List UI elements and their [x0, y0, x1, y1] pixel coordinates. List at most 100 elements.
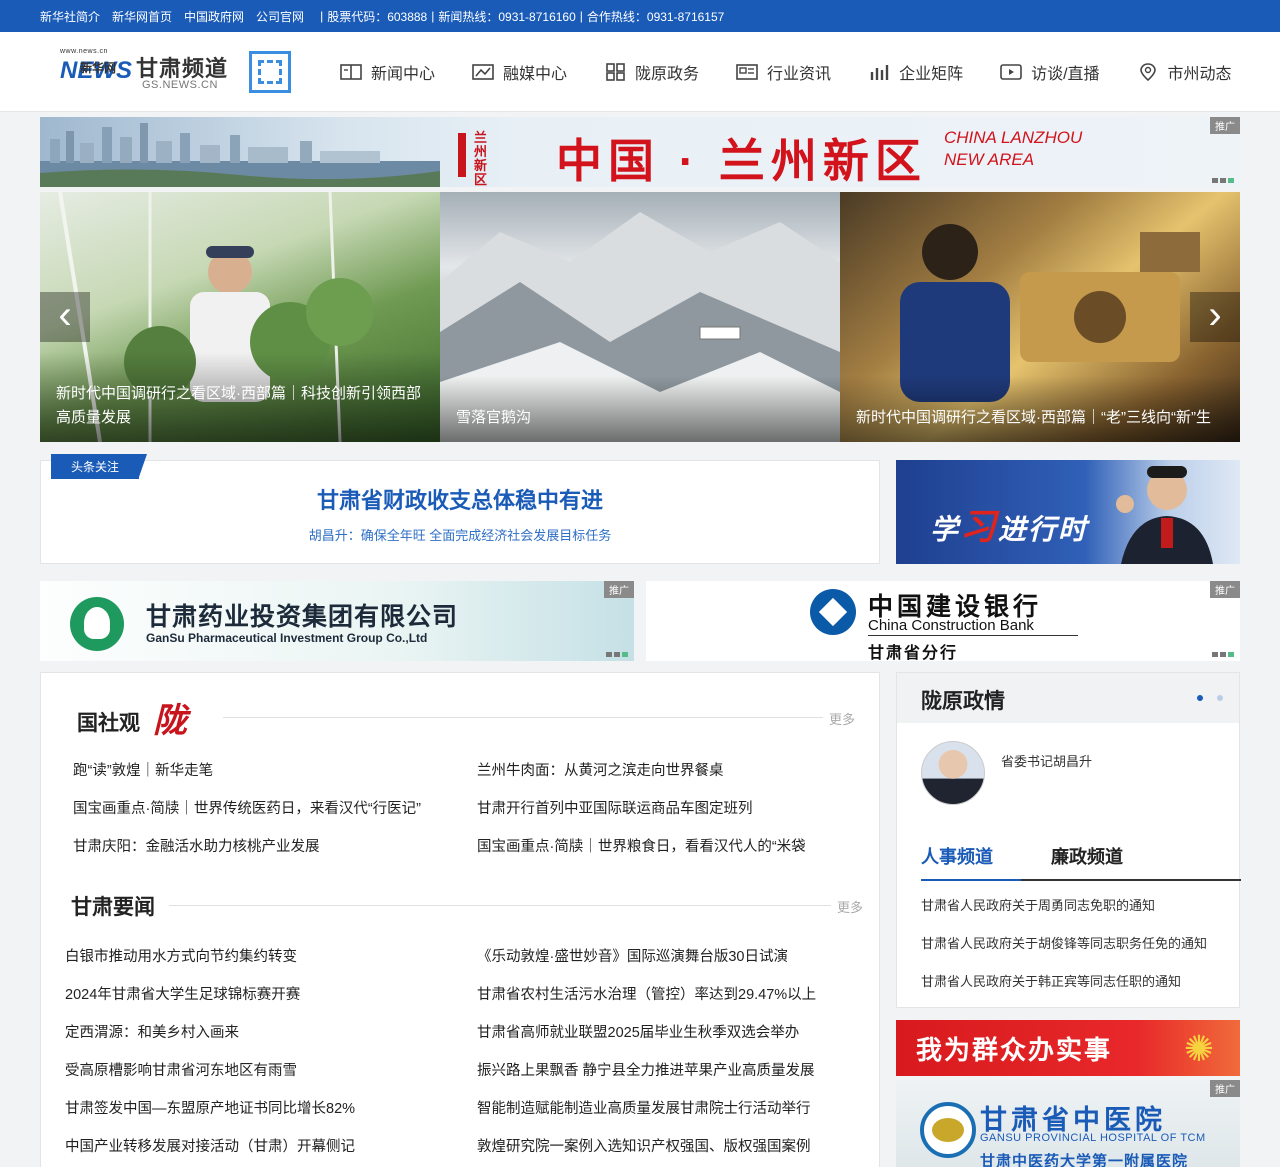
- list-item[interactable]: 甘肃省人民政府关于周勇同志免职的通知: [921, 895, 1155, 914]
- ccb-ad[interactable]: 中国建设银行 China Construction Bank 甘肃省分行 推广: [646, 581, 1240, 661]
- pharma-name: 甘肃药业投资集团有限公司: [146, 603, 459, 631]
- nav-enterprise[interactable]: 企业矩阵: [867, 60, 963, 84]
- link-xinhua-intro[interactable]: 新华社简介: [40, 8, 100, 25]
- side-header: 陇原政情: [897, 673, 1239, 723]
- nav-label: 新闻中心: [371, 65, 436, 83]
- slider-prev-button[interactable]: ‹: [40, 292, 90, 342]
- newspaper-icon: [340, 63, 362, 80]
- nav-label: 访谈/直播: [1031, 65, 1100, 83]
- study-part1: 学: [930, 514, 961, 545]
- carousel-dots[interactable]: [1212, 652, 1234, 657]
- hospital-sub: 甘肃中医药大学第一附属医院: [980, 1153, 1189, 1167]
- list-item[interactable]: 跑“读”敦煌｜新华走笔: [73, 759, 453, 780]
- nav-label: 融媒中心: [503, 65, 568, 83]
- tab-integrity[interactable]: 廉政频道: [1051, 843, 1123, 869]
- side-gov-panel: 陇原政情 省委书记胡昌升 人事频道 廉政频道 甘肃省人民政府关于周勇同志免职的通…: [896, 672, 1241, 1008]
- headline-sub[interactable]: 胡昌升：确保全年旺 全面完成经济社会发展目标任务: [41, 525, 879, 544]
- chevron-left-icon: ‹: [58, 293, 72, 337]
- study-text: 学习进行时: [930, 498, 1088, 550]
- study-part3: 进行时: [998, 514, 1089, 545]
- list-item[interactable]: 甘肃开行首列中亚国际联运商品车图定班列: [477, 797, 857, 818]
- hospital-name-en: GANSU PROVINCIAL HOSPITAL OF TCM: [980, 1132, 1206, 1144]
- ccb-branch: 甘肃省分行: [868, 645, 959, 661]
- banner-en-line2: NEW AREA: [944, 150, 1035, 169]
- pharma-ad[interactable]: 甘肃药业投资集团有限公司 GanSu Pharmaceutical Invest…: [40, 581, 634, 661]
- slide-3[interactable]: 新时代中国调研行之看区域·西部篇｜“老”三线向“新”生: [840, 192, 1240, 442]
- info-card-icon: [736, 63, 758, 80]
- slide-1[interactable]: 新时代中国调研行之看区域·西部篇｜科技创新引领西部高质量发展: [40, 192, 440, 442]
- side-tabs: 人事频道 廉政频道: [921, 843, 1241, 881]
- guoshe-header: 国社观 陇 更多: [41, 697, 879, 741]
- divider: [169, 905, 831, 906]
- list-item[interactable]: 中国产业转移发展对接活动（甘肃）开幕侧记: [65, 1135, 455, 1156]
- list-item[interactable]: 白银市推动用水方式向节约集约转变: [65, 945, 455, 966]
- qr-code-icon[interactable]: [249, 50, 291, 93]
- nav-news-center[interactable]: 新闻中心: [339, 60, 435, 84]
- nav-interview[interactable]: 访谈/直播: [999, 60, 1100, 84]
- lanzhou-new-area-banner[interactable]: 兰州新区 中国 · 兰州新区 CHINA LANZHOU NEW AREA 推广: [40, 117, 1240, 187]
- separator: |: [320, 9, 324, 23]
- slider-next-button[interactable]: ›: [1190, 292, 1240, 342]
- media-icon: [472, 63, 494, 80]
- logo-xinhua: 新华网: [80, 60, 117, 75]
- nav-label: 企业矩阵: [899, 65, 964, 83]
- list-item[interactable]: 国宝画重点·简牍｜世界传统医药日，来看汉代“行医记”: [73, 797, 453, 818]
- list-item[interactable]: 甘肃省农村生活污水治理（管控）率达到29.47%以上: [477, 983, 867, 1004]
- carousel-dot-active[interactable]: [1197, 695, 1203, 701]
- list-item[interactable]: 甘肃庆阳：金融活水助力核桃产业发展: [73, 835, 453, 856]
- link-gov[interactable]: 中国政府网: [184, 8, 244, 25]
- headline-tag: 头条关注: [51, 454, 148, 479]
- bar-chart-icon: [870, 64, 889, 80]
- list-item[interactable]: 甘肃省人民政府关于韩正宾等同志任职的通知: [921, 971, 1181, 990]
- banner-title: 中国 · 兰州新区: [556, 135, 927, 187]
- list-item[interactable]: 兰州牛肉面：从黄河之滨走向世界餐桌: [477, 759, 857, 780]
- list-item[interactable]: 受高原槽影响甘肃省河东地区有雨雪: [65, 1059, 455, 1080]
- list-item[interactable]: 甘肃省人民政府关于胡俊锋等同志职务任免的通知: [921, 933, 1207, 952]
- side-title: 陇原政情: [921, 690, 1005, 713]
- coop-hotline: 合作热线：0931-8716157: [586, 9, 725, 24]
- avatar[interactable]: [921, 741, 985, 805]
- tab-underline: [921, 879, 1021, 881]
- gansu-news-more-link[interactable]: 更多: [837, 897, 863, 916]
- nav-media-center[interactable]: 融媒中心: [471, 60, 567, 84]
- link-xinhua-home[interactable]: 新华网首页: [112, 8, 172, 25]
- nav-gov-affairs[interactable]: 陇原政务: [603, 60, 699, 84]
- headline-title[interactable]: 甘肃省财政收支总体稳中有进: [41, 483, 879, 515]
- list-item[interactable]: 《乐动敦煌·盛世妙音》国际巡演舞台版30日试演: [477, 945, 867, 966]
- hospital-logo-icon: [920, 1102, 976, 1158]
- tab-personnel[interactable]: 人事频道: [921, 843, 993, 869]
- slide-2[interactable]: 雪落官鹅沟: [440, 192, 840, 442]
- list-item[interactable]: 敦煌研究院一案例入选知识产权强国、版权强国案例: [477, 1135, 867, 1156]
- gansu-news-header: 甘肃要闻 更多: [41, 887, 879, 931]
- stock-code: 股票代码：603888: [327, 9, 428, 24]
- hospital-ad[interactable]: 甘肃省中医院 GANSU PROVINCIAL HOSPITAL OF TCM …: [896, 1080, 1240, 1167]
- guoshe-more-link[interactable]: 更多: [829, 709, 855, 728]
- nav-label: 行业资讯: [767, 65, 832, 83]
- leader-photo: [1116, 466, 1213, 564]
- list-item[interactable]: 智能制造赋能制造业高质量发展甘肃院士行活动举行: [477, 1097, 867, 1118]
- serve-people-banner[interactable]: 我为群众办实事 ✺: [896, 1020, 1240, 1076]
- ccb-name-en: China Construction Bank: [868, 617, 1034, 634]
- carousel-dots[interactable]: [1212, 178, 1234, 183]
- leader-link[interactable]: 省委书记胡昌升: [1001, 751, 1092, 770]
- list-item[interactable]: 2024年甘肃省大学生足球锦标赛开赛: [65, 983, 455, 1004]
- list-item[interactable]: 振兴路上果飘香 静宁县全力推进苹果产业高质量发展: [477, 1059, 867, 1080]
- news-hotline: 新闻热线：0931-8716160: [438, 9, 576, 24]
- lanzhou-logo: 兰州新区: [454, 125, 490, 187]
- header: www.news.cn NEWS 新华网 甘肃频道 GS.NEWS.CN 新闻中…: [0, 32, 1280, 112]
- guoshe-brush: 陇: [153, 701, 187, 741]
- study-banner[interactable]: 学习进行时: [896, 460, 1240, 564]
- list-item[interactable]: 甘肃签发中国—东盟原产地证书同比增长82%: [65, 1097, 455, 1118]
- list-item[interactable]: 定西渭源：和美乡村入画来: [65, 1021, 455, 1042]
- nav-industry[interactable]: 行业资讯: [735, 60, 831, 84]
- carousel-dots[interactable]: [606, 652, 628, 657]
- site-logo[interactable]: www.news.cn NEWS 新华网 甘肃频道 GS.NEWS.CN: [58, 47, 233, 97]
- nav-city[interactable]: 市州动态: [1136, 60, 1232, 84]
- slide-caption: 新时代中国调研行之看区域·西部篇｜“老”三线向“新”生: [840, 376, 1240, 442]
- carousel-dot[interactable]: [1217, 695, 1223, 701]
- ad-tag: 推广: [1210, 581, 1240, 598]
- link-company[interactable]: 公司官网: [256, 8, 304, 25]
- list-item[interactable]: 甘肃省高师就业联盟2025届毕业生秋季双选会举办: [477, 1021, 867, 1042]
- gansu-news-title: 甘肃要闻: [71, 896, 155, 919]
- list-item[interactable]: 国宝画重点·简牍｜世界粮食日，看看汉代人的“米袋: [477, 835, 857, 856]
